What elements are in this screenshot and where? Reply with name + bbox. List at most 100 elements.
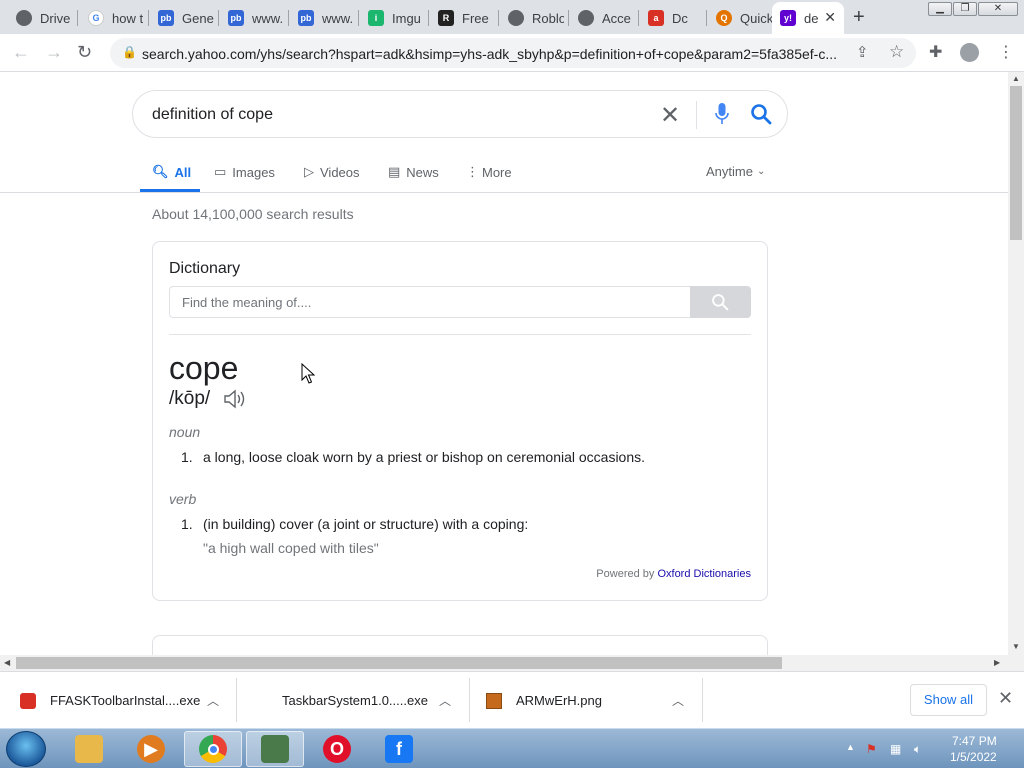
clock-time[interactable]: 7:47 PM (952, 734, 997, 748)
time-filter-dropdown[interactable]: Anytime ⌄ (706, 164, 765, 179)
horizontal-scroll-thumb[interactable] (16, 657, 782, 669)
minimize-button[interactable]: ▁ (928, 2, 952, 16)
download-separator (702, 678, 703, 722)
tab-how[interactable]: G how t (80, 4, 144, 32)
search-q-icon: Q (716, 10, 732, 26)
scroll-up-icon[interactable]: ▲ (1012, 74, 1020, 83)
chevron-up-icon[interactable]: ︿ (672, 692, 684, 709)
tab-news[interactable]: ▤ News (388, 164, 439, 180)
speaker-icon[interactable] (223, 388, 247, 410)
clock-date[interactable]: 1/5/2022 (950, 750, 997, 764)
source-link[interactable]: Oxford Dictionaries (657, 568, 751, 580)
network-icon[interactable]: ▦ (890, 742, 901, 756)
tab-label: Imgu (392, 10, 421, 26)
back-icon[interactable]: ← (12, 42, 30, 63)
taskbar-app-chrome[interactable] (184, 731, 242, 767)
tab-gene[interactable]: pb Gene (150, 4, 214, 32)
results-count: About 14,100,000 search results (152, 206, 354, 222)
chrome-center (207, 743, 219, 755)
network-warning-icon[interactable]: ⚑ (866, 742, 877, 756)
start-button[interactable] (6, 731, 46, 767)
tab-quick[interactable]: Q Quick (708, 4, 772, 32)
scroll-down-icon[interactable]: ▼ (1012, 642, 1020, 651)
microphone-icon[interactable] (715, 103, 729, 125)
tab-www-1[interactable]: pb www. (220, 4, 284, 32)
url-text[interactable]: search.yahoo.com/yhs/search?hspart=adk&h… (142, 46, 842, 62)
download-item[interactable]: ARMwErH.png ︿ (486, 672, 698, 729)
dictionary-search-button[interactable] (690, 286, 751, 318)
reload-icon[interactable]: ↻ (77, 42, 92, 63)
horizontal-scrollbar[interactable]: ◀ ▶ (0, 655, 1024, 671)
tab-videos[interactable]: ▷ Videos (304, 164, 360, 180)
tab-free[interactable]: R Free (430, 4, 494, 32)
download-shelf: FFASKToolbarInstal....exe ︿ TaskbarSyste… (0, 671, 1024, 728)
tab-separator (638, 10, 639, 26)
next-result-card (152, 635, 768, 655)
show-all-button[interactable]: Show all (910, 684, 987, 716)
roblox-icon: R (438, 10, 454, 26)
tab-news-label: News (406, 164, 439, 180)
tab-www-2[interactable]: pb www. (290, 4, 354, 32)
tab-separator (218, 10, 219, 26)
download-item[interactable]: TaskbarSystem1.0.....exe ︿ (252, 672, 464, 729)
menu-kebab-icon[interactable]: ⋮ (998, 42, 1014, 62)
search-icon[interactable] (750, 103, 772, 125)
tab-separator (148, 10, 149, 26)
tab-label: Free (462, 10, 489, 26)
image-icon: ▭ (214, 164, 227, 179)
scroll-right-icon[interactable]: ▶ (994, 658, 1000, 667)
download-item[interactable]: FFASKToolbarInstal....exe ︿ (20, 672, 232, 729)
tab-yahoo-active[interactable]: y! de ✕ (772, 2, 844, 34)
time-filter-label: Anytime (706, 164, 753, 179)
tab-imgur[interactable]: i Imgu (360, 4, 424, 32)
tab-separator (568, 10, 569, 26)
page-content: definition of cope ✕ 🔍︎ All ▭ Images ▷ V… (0, 72, 1008, 655)
close-window-button[interactable]: ✕ (978, 2, 1018, 16)
play-icon: ▷ (304, 164, 314, 179)
forward-icon[interactable]: → (45, 42, 63, 63)
taskbar-app-media[interactable]: ▶ (122, 731, 180, 767)
download-filename: TaskbarSystem1.0.....exe (282, 693, 428, 708)
download-separator (236, 678, 237, 722)
tab-roblox[interactable]: Roblo (500, 4, 564, 32)
extensions-puzzle-icon[interactable]: ✚ (929, 42, 942, 62)
tab-dc[interactable]: a Dc (640, 4, 704, 32)
dictionary-search-input[interactable]: Find the meaning of.... (169, 286, 691, 318)
tab-all[interactable]: 🔍︎ All (152, 164, 191, 180)
address-bar[interactable]: 🔒 search.yahoo.com/yhs/search?hspart=adk… (110, 38, 916, 68)
clear-search-icon[interactable]: ✕ (660, 101, 680, 130)
vertical-scroll-thumb[interactable] (1010, 86, 1022, 240)
maximize-button[interactable]: ❐ (953, 2, 977, 16)
volume-icon[interactable]: 🔈︎ (914, 742, 921, 757)
search-query-text[interactable]: definition of cope (152, 106, 273, 124)
search-box[interactable]: definition of cope ✕ (132, 90, 788, 138)
close-shelf-icon[interactable]: ✕ (998, 688, 1013, 709)
scroll-left-icon[interactable]: ◀ (4, 658, 10, 667)
taskbar-app-opera[interactable]: O (308, 731, 366, 767)
tab-more[interactable]: ⋮ More (466, 164, 512, 180)
new-tab-button[interactable]: + (853, 6, 865, 29)
share-icon[interactable]: ⇪ (856, 43, 869, 61)
vertical-scrollbar[interactable]: ▲ ▼ (1008, 72, 1024, 655)
lock-icon[interactable]: 🔒 (122, 45, 137, 59)
tab-acce[interactable]: Acce (570, 4, 634, 32)
part-of-speech-noun: noun (169, 424, 201, 440)
tab-label: de (804, 10, 819, 26)
tray-expand-icon[interactable]: ▲ (846, 742, 855, 752)
profile-avatar-icon[interactable] (960, 43, 979, 62)
powered-by-label: Powered by (596, 568, 655, 580)
tab-images[interactable]: ▭ Images (214, 164, 275, 180)
chrome-icon (508, 10, 524, 26)
bookmark-star-icon[interactable]: ☆ (889, 42, 904, 62)
ask-icon: a (648, 10, 664, 26)
browser-toolbar: ← → ↻ 🔒 search.yahoo.com/yhs/search?hspa… (0, 34, 1024, 72)
taskbar-app-explorer[interactable] (60, 731, 118, 767)
taskbar-app-notepad[interactable] (246, 731, 304, 767)
close-tab-icon[interactable]: ✕ (824, 9, 836, 26)
search-icon (712, 294, 729, 311)
chevron-up-icon[interactable]: ︿ (439, 692, 451, 709)
ask-icon (20, 692, 36, 709)
chevron-up-icon[interactable]: ︿ (207, 692, 219, 709)
taskbar-app-facebook[interactable]: f (370, 731, 428, 767)
tab-drive[interactable]: Drive (8, 4, 72, 32)
